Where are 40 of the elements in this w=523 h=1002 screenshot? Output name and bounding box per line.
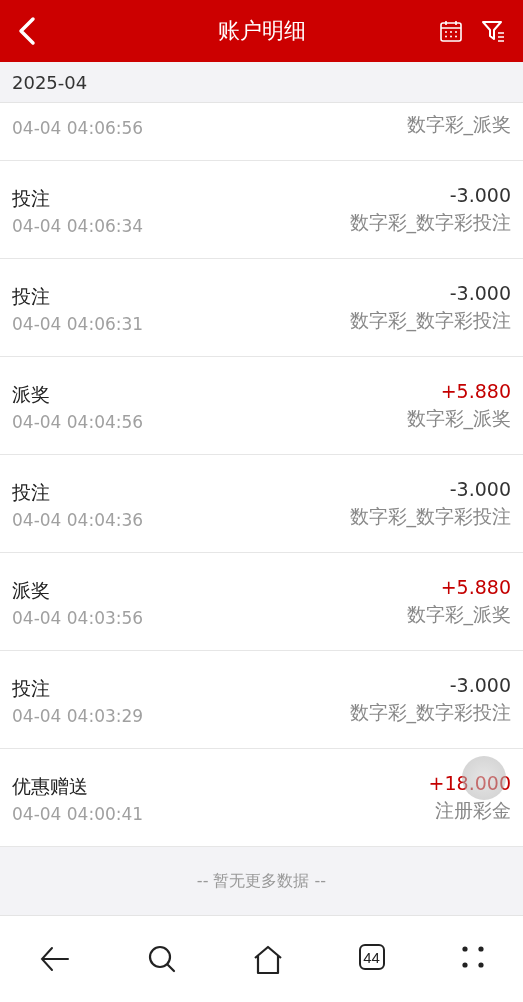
record-title: 投注 — [12, 676, 50, 701]
record-category: 数字彩_数字彩投注 — [349, 308, 511, 334]
record-title: 投注 — [12, 480, 50, 505]
record-row[interactable]: 派奖 04-04 04:03:56 +5.880 数字彩_派奖 — [0, 553, 523, 651]
record-title: 投注 — [12, 186, 50, 211]
record-row[interactable]: 派奖 04-04 04:04:56 +5.880 数字彩_派奖 — [0, 357, 523, 455]
page-title: 账户明细 — [217, 17, 306, 45]
record-title: 派奖 — [12, 578, 50, 603]
record-amount: +5.880 — [440, 576, 511, 598]
record-time: 04-04 04:06:34 — [12, 216, 144, 236]
record-category: 数字彩_派奖 — [406, 602, 511, 628]
record-time: 04-04 04:04:56 — [12, 412, 144, 432]
record-title: 优惠赠送 — [12, 774, 88, 799]
record-amount: -3.000 — [449, 674, 511, 696]
record-row[interactable]: 投注 04-04 04:06:34 -3.000 数字彩_数字彩投注 — [0, 161, 523, 259]
record-amount: -3.000 — [449, 282, 511, 304]
record-category: 数字彩_派奖 — [406, 112, 511, 138]
no-more-data-text: -- 暂无更多数据 -- — [196, 870, 327, 892]
record-time: 04-04 04:03:29 — [12, 706, 144, 726]
record-row[interactable]: 04-04 04:06:56 数字彩_派奖 — [0, 103, 523, 161]
record-category: 数字彩_派奖 — [406, 406, 511, 432]
record-category: 注册彩金 — [435, 798, 511, 823]
record-row[interactable]: 投注 04-04 04:04:36 -3.000 数字彩_数字彩投注 — [0, 455, 523, 553]
record-amount: +18.000 — [428, 772, 511, 794]
record-time: 04-04 04:00:41 — [12, 804, 144, 824]
record-row[interactable]: 投注 04-04 04:06:31 -3.000 数字彩_数字彩投注 — [0, 259, 523, 357]
record-title: 投注 — [12, 284, 50, 309]
month-label: 2025-04 — [0, 62, 523, 103]
record-amount: -3.000 — [449, 478, 511, 500]
record-amount: -3.000 — [449, 184, 511, 206]
record-time: 04-04 04:06:31 — [12, 314, 144, 334]
record-time: 04-04 04:03:56 — [12, 608, 144, 628]
record-category: 数字彩_数字彩投注 — [349, 210, 511, 236]
record-time: 04-04 04:06:56 — [12, 118, 144, 138]
record-category: 数字彩_数字彩投注 — [349, 700, 511, 726]
record-category: 数字彩_数字彩投注 — [349, 504, 511, 530]
record-time: 04-04 04:04:36 — [12, 510, 144, 530]
record-title: 派奖 — [12, 382, 50, 407]
record-amount: +5.880 — [440, 380, 511, 402]
record-row[interactable]: 投注 04-04 04:03:29 -3.000 数字彩_数字彩投注 — [0, 651, 523, 749]
